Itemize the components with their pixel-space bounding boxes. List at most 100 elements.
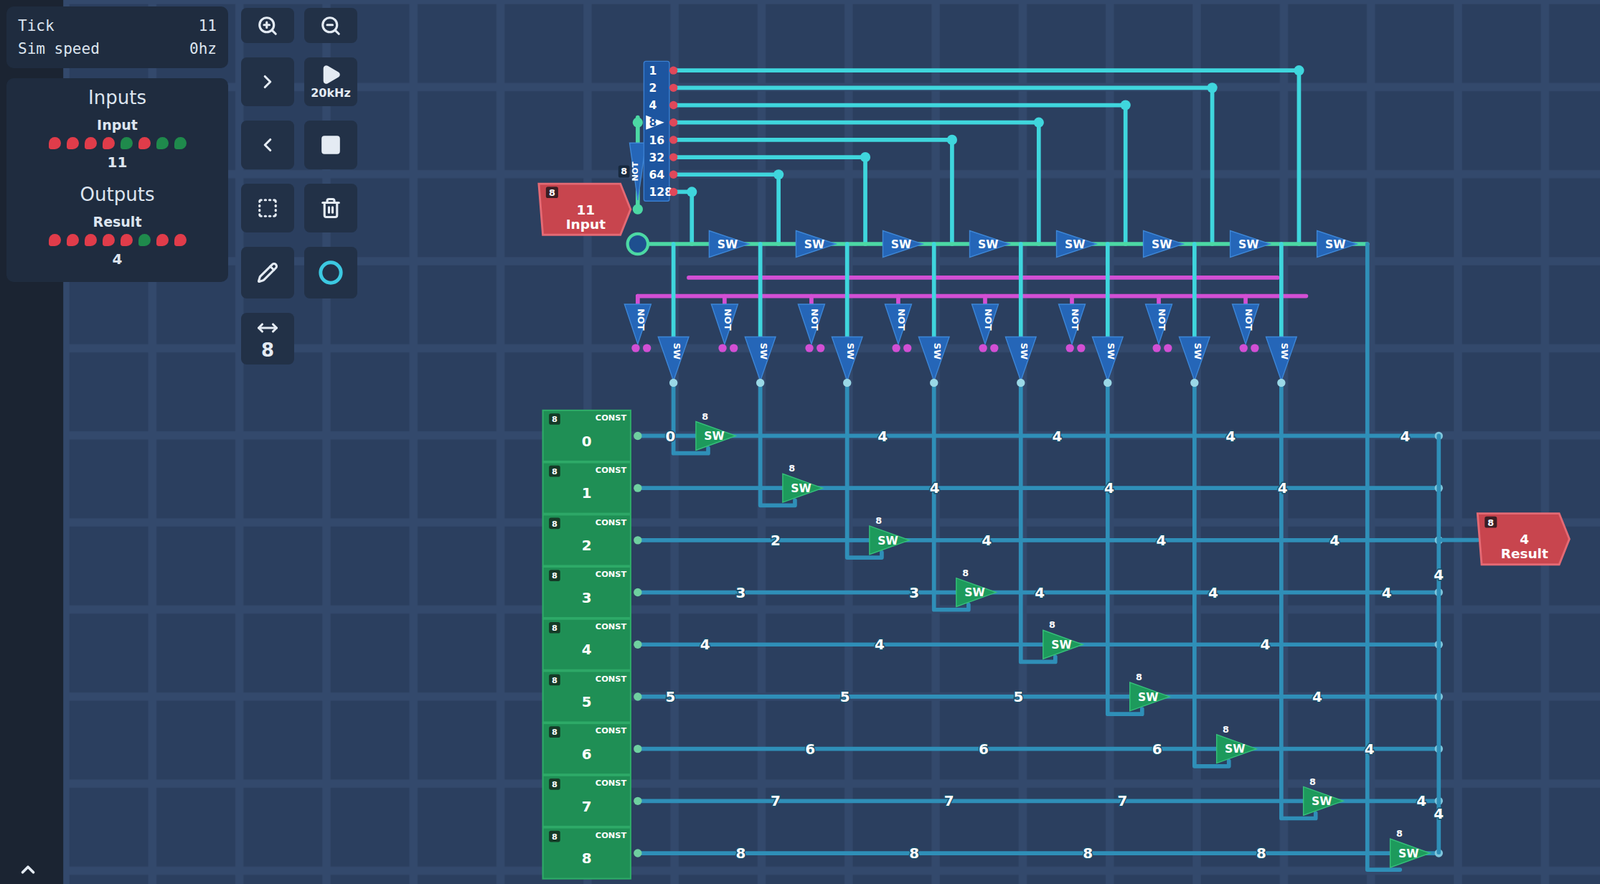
wire[interactable] xyxy=(635,296,640,305)
pin-dot[interactable] xyxy=(633,483,642,492)
pin-dot[interactable] xyxy=(1190,378,1199,387)
wire[interactable] xyxy=(1438,538,1478,543)
pin-dot[interactable] xyxy=(990,343,999,352)
pin-dot[interactable] xyxy=(1120,99,1131,110)
zoom-in-button[interactable] xyxy=(241,7,295,44)
not-gate[interactable]: NOT xyxy=(884,296,912,353)
wire[interactable] xyxy=(688,275,1278,280)
pin-dot[interactable] xyxy=(773,169,784,180)
pin-dot[interactable] xyxy=(642,343,651,352)
constant-block[interactable]: 8CONST7 xyxy=(543,775,631,827)
stop-button[interactable] xyxy=(304,120,358,170)
row-switch[interactable]: SW8 xyxy=(1303,776,1344,816)
bit-dot[interactable] xyxy=(84,137,97,150)
splitter-wire[interactable] xyxy=(673,117,1044,244)
bottom-switch[interactable]: SW xyxy=(831,336,882,558)
pin-dot[interactable] xyxy=(633,692,642,701)
pin-dot[interactable] xyxy=(1163,343,1172,352)
wire[interactable] xyxy=(1156,296,1161,305)
wire[interactable] xyxy=(673,191,693,244)
constant-block[interactable]: 8CONST2 xyxy=(543,514,631,566)
pin-dot[interactable] xyxy=(633,744,642,753)
row-switch[interactable]: SW8 xyxy=(1130,671,1170,712)
wire[interactable] xyxy=(673,105,1126,244)
row-switch[interactable]: SW8 xyxy=(1043,619,1083,659)
splitter-pin[interactable]: 1 xyxy=(649,63,679,78)
wire[interactable] xyxy=(637,746,1439,752)
wire[interactable] xyxy=(673,87,1213,244)
top-switch[interactable]: SW xyxy=(708,231,749,258)
bottom-switch[interactable]: SW xyxy=(1092,336,1142,714)
pin-dot[interactable] xyxy=(669,378,678,387)
row-switch[interactable]: SW8 xyxy=(1216,723,1257,764)
wire[interactable] xyxy=(758,243,763,343)
wire[interactable] xyxy=(637,294,1307,299)
bottom-switch[interactable]: SW xyxy=(918,336,968,610)
splitter-wire[interactable] xyxy=(673,99,1131,244)
not-gate[interactable]: NOT xyxy=(971,296,999,353)
wire[interactable] xyxy=(845,243,850,343)
pin-dot[interactable] xyxy=(1065,343,1074,352)
wire[interactable] xyxy=(1436,435,1441,852)
constant-block[interactable]: 8CONST8 xyxy=(543,827,631,879)
io-item[interactable]: Input11 xyxy=(48,116,187,171)
delete-button[interactable] xyxy=(304,183,358,233)
pin-dot[interactable] xyxy=(1206,82,1217,93)
splitter-wire[interactable] xyxy=(673,134,958,244)
pin-dot[interactable] xyxy=(1016,378,1025,387)
not-gate[interactable]: NOT xyxy=(711,296,738,353)
pin-dot[interactable] xyxy=(1293,65,1304,76)
bit-dot[interactable] xyxy=(156,233,169,247)
splitter[interactable]: 1248163264128 xyxy=(643,60,678,201)
not-gate[interactable]: NOT xyxy=(1145,296,1173,353)
splitter-wire[interactable] xyxy=(673,152,871,244)
pin-dot[interactable] xyxy=(729,343,738,352)
row-switch[interactable]: SW8 xyxy=(869,515,910,555)
pin-dot[interactable] xyxy=(1239,343,1248,352)
pin-dot[interactable] xyxy=(633,588,642,597)
wire[interactable] xyxy=(722,296,727,305)
splitter-wire[interactable] xyxy=(673,186,698,244)
wire[interactable] xyxy=(1279,243,1284,343)
wire[interactable] xyxy=(1020,382,1056,662)
wire[interactable] xyxy=(1069,296,1075,305)
input-node[interactable]: 811Input xyxy=(538,183,631,235)
pin-dot[interactable] xyxy=(947,134,958,145)
wire[interactable] xyxy=(1367,243,1401,870)
wire[interactable] xyxy=(637,850,1439,856)
pin-dot[interactable] xyxy=(1033,117,1044,128)
pin-dot[interactable] xyxy=(669,66,678,74)
wire[interactable] xyxy=(673,122,1039,244)
bit-dot[interactable] xyxy=(120,233,133,247)
wire[interactable] xyxy=(809,296,814,305)
wire[interactable] xyxy=(896,296,901,305)
wire-button[interactable] xyxy=(304,246,358,299)
not-gate[interactable]: NOT xyxy=(1059,296,1086,353)
top-switch[interactable]: SW xyxy=(1317,231,1357,258)
pin-dot[interactable] xyxy=(929,378,938,387)
source-port[interactable] xyxy=(627,233,648,254)
pin-dot[interactable] xyxy=(669,170,678,179)
not-gate[interactable]: NOT xyxy=(1232,296,1260,353)
constant-block[interactable]: 8CONST1 xyxy=(543,462,631,514)
pin-dot[interactable] xyxy=(816,343,825,352)
select-button[interactable] xyxy=(241,183,295,233)
constant-block[interactable]: 8CONST6 xyxy=(543,723,631,775)
constant-block[interactable]: 8CONST5 xyxy=(543,670,631,722)
splitter-pin[interactable]: 2 xyxy=(649,81,679,95)
wire[interactable] xyxy=(1107,382,1143,714)
wire[interactable] xyxy=(637,434,1439,439)
pin-dot[interactable] xyxy=(756,378,765,387)
bit-dot[interactable] xyxy=(102,137,115,150)
wire[interactable] xyxy=(673,139,953,244)
pin-dot[interactable] xyxy=(718,343,727,352)
not-gate[interactable]: NOT xyxy=(624,296,651,353)
row-switch[interactable]: SW8 xyxy=(1390,827,1430,868)
pin-dot[interactable] xyxy=(686,186,697,197)
io-item[interactable]: Result4 xyxy=(48,213,187,268)
wire[interactable] xyxy=(982,296,988,305)
splitter-pin[interactable]: 16 xyxy=(649,133,679,148)
bit-dot[interactable] xyxy=(84,233,97,247)
row-switch[interactable]: SW8 xyxy=(782,462,823,503)
constant-block[interactable]: 8CONST4 xyxy=(543,619,631,671)
